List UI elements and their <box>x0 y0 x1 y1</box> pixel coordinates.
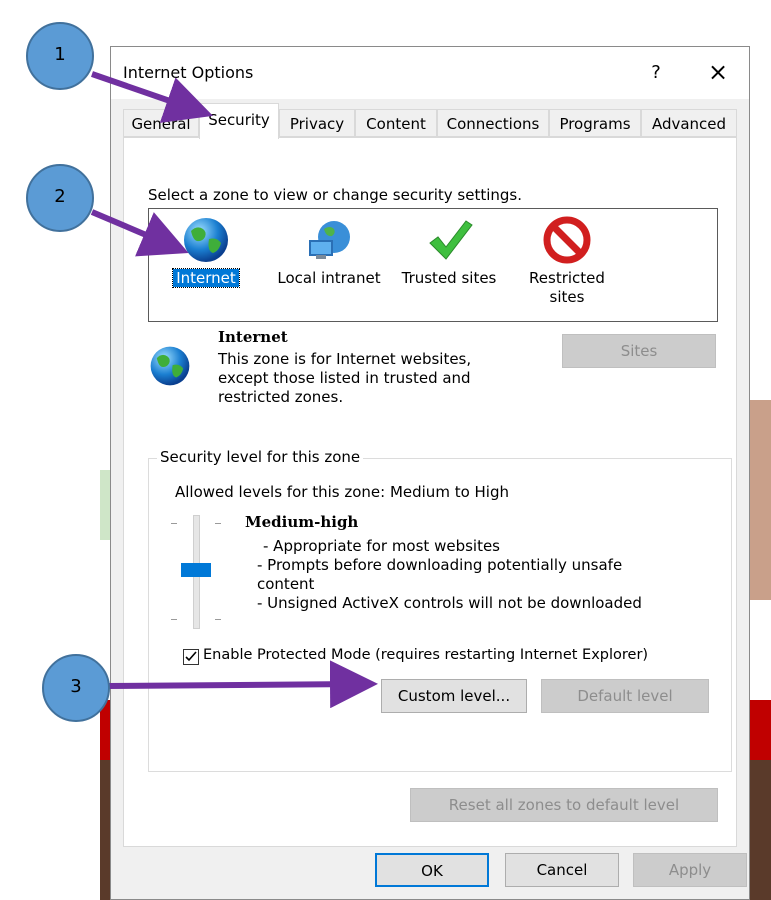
annotation-arrows <box>90 71 378 709</box>
callout-3: 3 <box>42 654 110 722</box>
callout-1: 1 <box>26 22 94 90</box>
arrow-3 <box>107 660 378 709</box>
arrow-1 <box>91 71 214 123</box>
arrow-2 <box>90 209 189 257</box>
callout-2: 2 <box>26 164 94 232</box>
